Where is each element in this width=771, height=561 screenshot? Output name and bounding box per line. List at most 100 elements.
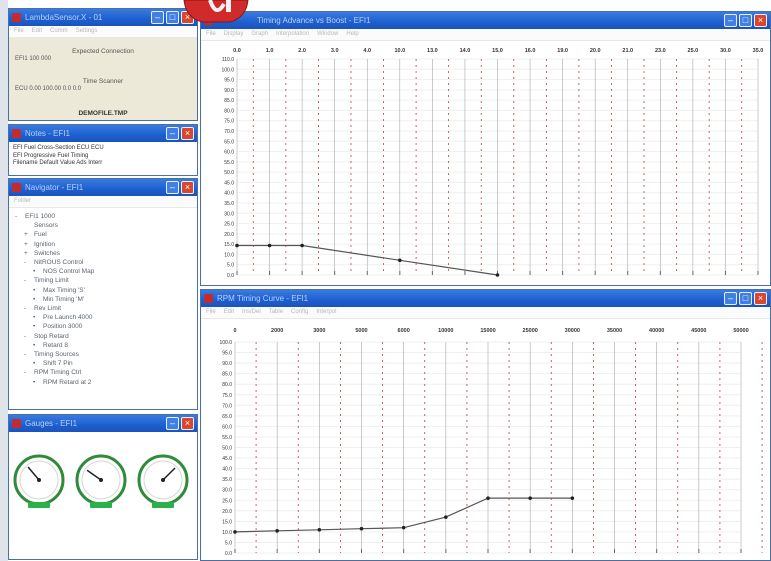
close-icon[interactable]: × bbox=[181, 127, 194, 140]
bullet-icon[interactable]: • bbox=[33, 313, 43, 322]
menu-settings[interactable]: Settings bbox=[76, 26, 98, 37]
menu-config[interactable]: Config bbox=[291, 307, 308, 318]
expander-icon[interactable]: - bbox=[15, 212, 25, 221]
notes-title: Notes - EFI1 bbox=[25, 129, 70, 138]
tree-item[interactable]: + Switches bbox=[15, 249, 191, 258]
expander-icon[interactable]: - bbox=[24, 276, 34, 285]
data-point bbox=[528, 496, 532, 500]
x-tick-label: 0.0 bbox=[233, 48, 241, 54]
menu-folder[interactable]: Folder bbox=[14, 196, 31, 207]
y-tick-label: 50.0 bbox=[224, 170, 234, 176]
menu-graph[interactable]: Graph bbox=[251, 29, 268, 40]
navigator-title: Navigator - EFI1 bbox=[25, 183, 84, 192]
bullet-icon[interactable]: • bbox=[33, 378, 43, 387]
menu-file[interactable]: File bbox=[206, 307, 216, 318]
expander-icon[interactable]: - bbox=[24, 304, 34, 313]
navigator-titlebar[interactable]: Navigator - EFI1 – × bbox=[9, 179, 197, 196]
timing-chart-bottom[interactable]: 0 2000 3000 5000 6000 10000 15000 25000 30000 350… bbox=[201, 319, 770, 561]
minimize-icon[interactable]: – bbox=[724, 292, 737, 305]
bullet-icon[interactable]: • bbox=[33, 286, 43, 295]
tree-item[interactable]: - RPM Timing Ctrl bbox=[15, 368, 191, 377]
close-icon[interactable]: × bbox=[181, 417, 194, 430]
expander-icon[interactable]: - bbox=[24, 368, 34, 377]
menu-file[interactable]: File bbox=[206, 29, 216, 40]
tree-item[interactable]: - NitROUS Control bbox=[15, 258, 191, 267]
connection-heading: Expected Connection bbox=[72, 48, 134, 55]
tree-item[interactable]: • Min Timing 'M' bbox=[15, 295, 191, 304]
x-tick-label: 15.0 bbox=[492, 48, 503, 54]
bullet-icon[interactable]: • bbox=[33, 322, 43, 331]
menu-window[interactable]: Window bbox=[317, 29, 338, 40]
menu-edit[interactable]: Edit bbox=[224, 307, 234, 318]
gauges-titlebar[interactable]: Gauges - EFI1 – × bbox=[9, 415, 197, 432]
timing-chart-top[interactable]: 0.0 1.0 2.0 3.0 4.0 10.0 13.0 14.0 15.0 16.0 19.0 2… bbox=[201, 41, 770, 286]
bullet-icon[interactable]: • bbox=[33, 341, 43, 350]
top-chart-window: Timing Advance vs Boost - EFI1 – □ × Fil… bbox=[200, 11, 771, 286]
expander-icon[interactable]: + bbox=[24, 249, 34, 258]
expander-icon[interactable]: - bbox=[24, 350, 34, 359]
tree-item[interactable]: + Fuel bbox=[15, 230, 191, 239]
x-tick-label: 45000 bbox=[691, 328, 706, 334]
close-icon[interactable]: × bbox=[754, 292, 767, 305]
minimize-icon[interactable]: – bbox=[151, 11, 164, 24]
expander-icon[interactable]: + bbox=[24, 230, 34, 239]
notes-titlebar[interactable]: Notes - EFI1 – × bbox=[9, 125, 197, 142]
close-icon[interactable]: × bbox=[754, 14, 767, 27]
minimize-icon[interactable]: – bbox=[166, 127, 179, 140]
bullet-icon[interactable]: • bbox=[33, 295, 43, 304]
gauge-1-readout bbox=[28, 502, 50, 508]
menu-interpolation[interactable]: Interpolation bbox=[276, 29, 309, 40]
minimize-icon[interactable]: – bbox=[166, 417, 179, 430]
top-chart-titlebar[interactable]: Timing Advance vs Boost - EFI1 – □ × bbox=[201, 12, 770, 29]
tree-item[interactable]: • RPM Retard at 2 bbox=[15, 378, 191, 387]
tree-item[interactable]: + Ignition bbox=[15, 240, 191, 249]
minimize-icon[interactable]: – bbox=[724, 14, 737, 27]
y-tick-label: 85.0 bbox=[222, 372, 232, 378]
menu-file[interactable]: File bbox=[14, 26, 24, 37]
menu-comm[interactable]: Comm bbox=[50, 26, 68, 37]
menu-table[interactable]: Table bbox=[269, 307, 283, 318]
connection-status: DEMOFILE.TMP bbox=[78, 110, 128, 117]
tree-item[interactable]: - Stop Retard bbox=[15, 332, 191, 341]
close-icon[interactable]: × bbox=[181, 181, 194, 194]
tree-item[interactable]: - Rev Limit bbox=[15, 304, 191, 313]
x-tick-label: 35.0 bbox=[753, 48, 764, 54]
bottom-chart-titlebar[interactable]: RPM Timing Curve - EFI1 – □ × bbox=[201, 290, 770, 307]
notes-body[interactable]: EFI Fuel Cross-Section ECU ECU EFI Progr… bbox=[9, 142, 197, 171]
menu-edit[interactable]: Edit bbox=[32, 26, 42, 37]
x-tick-label: 13.0 bbox=[427, 48, 438, 54]
menu-insdel[interactable]: Ins/Del bbox=[242, 307, 261, 318]
top-chart-menubar: File Display Graph Interpolation Window … bbox=[201, 29, 770, 41]
maximize-icon[interactable]: □ bbox=[739, 14, 752, 27]
data-point bbox=[317, 527, 322, 532]
expander-icon[interactable]: + bbox=[24, 240, 34, 249]
x-tick-label: 1.0 bbox=[266, 48, 274, 54]
tree-item[interactable]: • Max Timing 'S' bbox=[15, 286, 191, 295]
y-tick-label: 100.0 bbox=[219, 340, 232, 346]
tree-item[interactable]: - EFI1 1000 bbox=[15, 212, 191, 221]
y-tick-label: 55.0 bbox=[224, 160, 234, 166]
tree-item[interactable]: Sensors bbox=[15, 221, 191, 230]
connection-line2: ECU 0.00 100.00 0.0 0.0 bbox=[15, 86, 82, 92]
tree-item[interactable]: • Retard 8 bbox=[15, 341, 191, 350]
maximize-icon[interactable]: □ bbox=[166, 11, 179, 24]
minimize-icon[interactable]: – bbox=[166, 181, 179, 194]
tree-item[interactable]: • Pre Launch 4000 bbox=[15, 313, 191, 322]
expander-icon[interactable]: - bbox=[24, 332, 34, 341]
maximize-icon[interactable]: □ bbox=[739, 292, 752, 305]
bullet-icon[interactable]: • bbox=[33, 359, 43, 368]
y-tick-label: 0.0 bbox=[227, 273, 234, 279]
tree-item[interactable]: • Shift 7 Pin bbox=[15, 359, 191, 368]
expander-icon[interactable]: - bbox=[24, 258, 34, 267]
bullet-icon[interactable]: • bbox=[33, 267, 43, 276]
connection-titlebar[interactable]: LambdaSensor.X - 01 – □ × bbox=[9, 9, 197, 26]
menu-interpol[interactable]: Interpol bbox=[316, 307, 336, 318]
menu-help[interactable]: Help bbox=[346, 29, 358, 40]
bottom-chart-window: RPM Timing Curve - EFI1 – □ × File Edit … bbox=[200, 289, 771, 561]
tree-item[interactable]: • NOS Control Map bbox=[15, 267, 191, 276]
y-tick-label: 60.0 bbox=[224, 150, 234, 156]
tree-item[interactable]: - Timing Sources bbox=[15, 350, 191, 359]
tree-item[interactable]: - Timing Limit bbox=[15, 276, 191, 285]
tree-item[interactable]: • Position 3000 bbox=[15, 322, 191, 331]
menu-display[interactable]: Display bbox=[224, 29, 244, 40]
